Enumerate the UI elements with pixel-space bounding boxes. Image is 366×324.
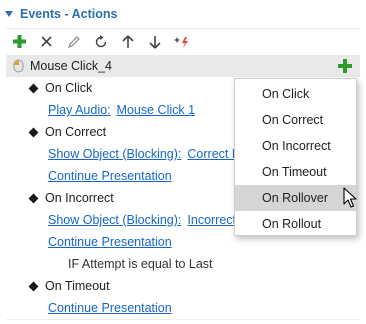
mouse-icon xyxy=(13,59,24,73)
action-link[interactable]: Show Object (Blocking): xyxy=(48,213,181,227)
action-link[interactable]: Play Audio: xyxy=(48,103,111,117)
row-divider xyxy=(6,319,360,320)
action-link[interactable]: Continue Presentation xyxy=(48,235,172,249)
diamond-icon xyxy=(28,193,39,203)
event-on-timeout[interactable]: On Timeout xyxy=(28,275,110,297)
trigger-label: Mouse Click_4 xyxy=(30,59,112,73)
event-label: On Click xyxy=(45,81,93,95)
edit-button[interactable] xyxy=(60,30,87,54)
toolbar xyxy=(6,28,360,54)
event-label: On Correct xyxy=(45,125,107,139)
add-event-icon[interactable] xyxy=(338,59,352,73)
event-label: On Incorrect xyxy=(45,191,114,205)
action-play-audio: Play Audio: Mouse Click 1 xyxy=(48,99,195,121)
menu-item-on-rollout[interactable]: On Rollout xyxy=(235,211,356,237)
refresh-icon xyxy=(95,34,106,47)
condition-label: IF Attempt is equal to Last xyxy=(68,257,213,271)
diamond-icon xyxy=(28,281,39,291)
edit-pencil-icon xyxy=(67,35,80,48)
events-actions-panel: Events - Actions Mouse Click_4 On Click … xyxy=(0,0,366,324)
clear-button[interactable] xyxy=(168,30,195,54)
delete-icon xyxy=(41,36,52,47)
action-target-link[interactable]: Mouse Click 1 xyxy=(117,103,196,117)
move-down-icon xyxy=(148,35,161,49)
menu-item-on-incorrect[interactable]: On Incorrect xyxy=(235,133,356,159)
add-icon xyxy=(13,35,26,48)
event-on-incorrect[interactable]: On Incorrect xyxy=(28,187,114,209)
move-down-button[interactable] xyxy=(141,30,168,54)
menu-item-on-correct[interactable]: On Correct xyxy=(235,107,356,133)
add-event-dropdown-menu: On Click On Correct On Incorrect On Time… xyxy=(234,78,357,236)
action-continue-1: Continue Presentation xyxy=(48,165,172,187)
diamond-icon xyxy=(28,127,39,137)
trigger-row[interactable]: Mouse Click_4 xyxy=(6,55,360,77)
clear-sparkle-icon xyxy=(173,36,188,48)
action-link[interactable]: Show Object (Blocking): xyxy=(48,147,181,161)
add-button[interactable] xyxy=(6,30,33,54)
action-show-object-correct: Show Object (Blocking): Correct M xyxy=(48,143,242,165)
collapse-caret-icon[interactable] xyxy=(5,10,13,18)
move-up-icon xyxy=(121,34,134,48)
menu-item-on-rollover[interactable]: On Rollover xyxy=(235,185,356,211)
event-on-correct[interactable]: On Correct xyxy=(28,121,107,143)
action-continue-2: Continue Presentation xyxy=(48,231,172,253)
action-link[interactable]: Continue Presentation xyxy=(48,169,172,183)
menu-item-on-click[interactable]: On Click xyxy=(235,81,356,107)
section-title: Events - Actions xyxy=(20,7,118,21)
delete-button[interactable] xyxy=(33,30,60,54)
action-link[interactable]: Continue Presentation xyxy=(48,301,172,315)
section-header[interactable]: Events - Actions xyxy=(0,0,366,28)
event-label: On Timeout xyxy=(45,279,110,293)
condition-row[interactable]: IF Attempt is equal to Last xyxy=(68,253,213,275)
refresh-button[interactable] xyxy=(87,30,114,54)
menu-item-on-timeout[interactable]: On Timeout xyxy=(235,159,356,185)
mouse-pointer-icon xyxy=(343,187,357,208)
action-show-object-incorrect: Show Object (Blocking): Incorrect M xyxy=(48,209,250,231)
diamond-icon xyxy=(28,83,39,93)
event-on-click[interactable]: On Click xyxy=(28,77,93,99)
action-continue-3: Continue Presentation xyxy=(48,297,172,319)
move-up-button[interactable] xyxy=(114,30,141,54)
